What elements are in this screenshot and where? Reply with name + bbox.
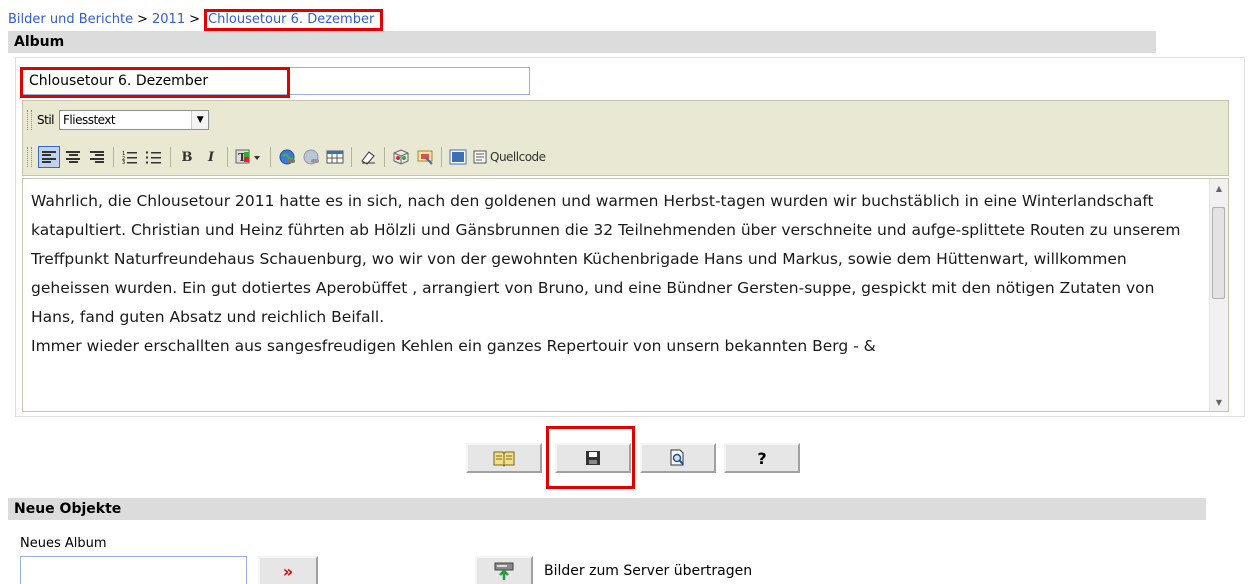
breadcrumb-link-2011[interactable]: 2011 [152, 12, 185, 27]
breadcrumb-separator: > [189, 12, 200, 27]
breadcrumb-separator: > [137, 12, 148, 27]
globe-unlink-icon [303, 149, 319, 165]
toolbar-grip[interactable] [27, 147, 32, 167]
align-right-icon [90, 151, 104, 163]
create-album-button[interactable]: » [258, 556, 318, 584]
scroll-up-arrow-icon[interactable]: ▲ [1210, 179, 1228, 197]
align-left-button[interactable] [38, 146, 60, 168]
unordered-list-icon [146, 151, 161, 164]
eraser-icon [361, 151, 375, 165]
preview-button[interactable] [640, 443, 716, 473]
neue-objekte-section-header: Neue Objekte [8, 498, 1206, 520]
align-left-icon [42, 151, 56, 163]
toolbar-separator [441, 147, 442, 167]
insert-object-button[interactable] [390, 146, 412, 168]
chevron-down-icon[interactable]: ▼ [191, 111, 208, 129]
bold-icon: B [181, 149, 193, 165]
help-button[interactable]: ? [724, 443, 800, 473]
text-color-button[interactable]: T [233, 146, 265, 168]
breadcrumb-link-current[interactable]: Chlousetour 6. Dezember [208, 12, 374, 27]
double-chevron-right-icon: » [282, 561, 294, 581]
ordered-list-icon: 123 [122, 151, 137, 164]
cube-icon [393, 149, 409, 165]
eraser-button[interactable] [357, 146, 379, 168]
toolbar-separator [270, 147, 271, 167]
insert-table-button[interactable] [324, 146, 346, 168]
svg-text:3: 3 [122, 160, 125, 164]
new-album-label: Neues Album [20, 536, 107, 551]
italic-icon: I [207, 149, 215, 165]
new-album-input[interactable] [20, 556, 247, 584]
remove-link-button[interactable] [300, 146, 322, 168]
breadcrumb-link-bilder-und-berichte[interactable]: Bilder und Berichte [8, 12, 133, 27]
source-code-icon [473, 150, 487, 164]
style-label: Stil [37, 113, 55, 127]
image-brush-icon [417, 150, 433, 165]
window-icon [449, 149, 467, 165]
album-title-input[interactable] [22, 67, 530, 95]
style-select-value: Fliesstext [63, 113, 116, 127]
scroll-down-arrow-icon[interactable]: ▼ [1210, 393, 1228, 411]
toolbar-separator [384, 147, 385, 167]
editor-paragraph: Immer wieder erschallten aus sangesfreud… [31, 337, 876, 355]
help-question-icon: ? [757, 448, 767, 468]
breadcrumb-current-highlight: Chlousetour 6. Dezember [204, 9, 384, 31]
toolbar-separator [227, 147, 228, 167]
floppy-disk-icon [586, 451, 600, 465]
upload-images-button[interactable] [475, 556, 533, 584]
editor-paragraph: Wahrlich, die Chlousetour 2011 hatte es … [31, 192, 1181, 326]
toolbar-separator [113, 147, 114, 167]
fullscreen-button[interactable] [447, 146, 469, 168]
align-center-icon [66, 151, 80, 163]
table-icon [326, 150, 344, 164]
scrollbar-thumb[interactable] [1212, 207, 1225, 299]
view-album-button[interactable] [466, 443, 542, 473]
unordered-list-button[interactable] [143, 146, 165, 168]
editor-content[interactable]: Wahrlich, die Chlousetour 2011 hatte es … [31, 187, 1201, 361]
text-color-icon: T [235, 149, 260, 164]
globe-link-icon [279, 149, 295, 165]
toolbar-row-style: Stil Fliesstext ▼ [23, 107, 209, 133]
source-code-button[interactable]: Quellcode [471, 146, 548, 168]
toolbar-separator [351, 147, 352, 167]
breadcrumb: Bilder und Berichte >2011 > Chlousetour 6. … [8, 9, 384, 31]
bold-button[interactable]: B [176, 146, 198, 168]
align-center-button[interactable] [62, 146, 84, 168]
editor-scrollbar[interactable]: ▲ ▼ [1209, 179, 1228, 411]
ordered-list-button[interactable]: 123 [119, 146, 141, 168]
insert-link-button[interactable] [276, 146, 298, 168]
magnifier-page-icon [670, 449, 684, 466]
align-right-button[interactable] [86, 146, 108, 168]
toolbar-row-format: 123 B I T Quellcode [23, 144, 549, 170]
style-select[interactable]: Fliesstext ▼ [59, 110, 209, 130]
rich-text-editor[interactable]: Wahrlich, die Chlousetour 2011 hatte es … [22, 178, 1229, 412]
toolbar-separator [170, 147, 171, 167]
upload-server-icon [494, 562, 514, 580]
toolbar-grip[interactable] [27, 110, 32, 130]
book-icon [493, 451, 515, 467]
upload-images-label: Bilder zum Server übertragen [544, 563, 753, 579]
source-code-label: Quellcode [490, 150, 546, 164]
insert-image-button[interactable] [414, 146, 436, 168]
album-section-header: Album [8, 31, 1156, 53]
save-button[interactable] [555, 443, 631, 473]
italic-button[interactable]: I [200, 146, 222, 168]
editor-toolbar: Stil Fliesstext ▼ 123 B I T Quellcode [22, 100, 1229, 176]
